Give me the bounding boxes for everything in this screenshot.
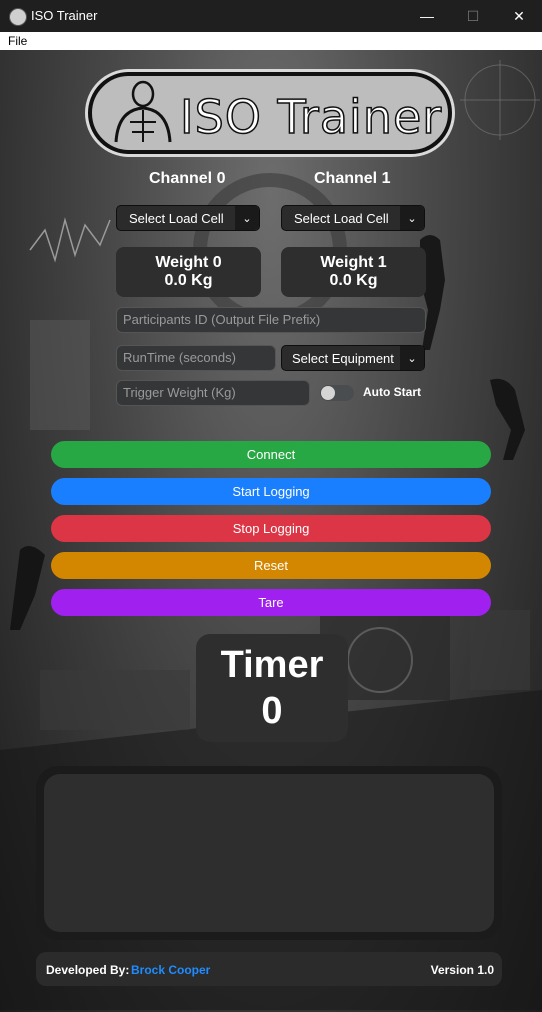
developer-link[interactable]: Brock Cooper [131, 963, 210, 977]
runtime-input[interactable]: RunTime (seconds) [116, 345, 276, 371]
toggle-knob [321, 386, 335, 400]
channel-1-select-label: Select Load Cell [294, 211, 389, 226]
menu-file[interactable]: File [8, 34, 27, 48]
channel-0-load-cell-select[interactable]: Select Load Cell ⌄ [116, 205, 260, 231]
menu-bar: File [0, 32, 542, 50]
trigger-weight-input[interactable]: Trigger Weight (Kg) [116, 380, 310, 406]
title-bar: ISO Trainer — ☐ ✕ [0, 0, 542, 32]
weight-0-value: 0.0 Kg [164, 272, 213, 289]
minimize-button[interactable]: — [404, 0, 450, 32]
weight-1-title: Weight 1 [320, 254, 387, 271]
window-title: ISO Trainer [31, 8, 98, 23]
main-content: ISO Trainer Channel 0 Channel 1 Select L… [0, 50, 542, 1012]
weight-1-display: Weight 1 0.0 Kg [281, 247, 426, 297]
muscle-torso-icon [114, 80, 172, 143]
channel-0-select-label: Select Load Cell [129, 211, 224, 226]
tare-button[interactable]: Tare [51, 589, 491, 616]
footer-bar: Developed By: Brock Cooper Version 1.0 [36, 952, 502, 986]
connect-button[interactable]: Connect [51, 441, 491, 468]
channel-1-load-cell-select[interactable]: Select Load Cell ⌄ [281, 205, 425, 231]
auto-start-toggle[interactable] [320, 385, 354, 401]
timer-title: Timer [220, 644, 324, 686]
maximize-button[interactable]: ☐ [450, 0, 496, 32]
timer-value: 0 [261, 690, 283, 732]
participant-id-input[interactable]: Participants ID (Output File Prefix) [116, 307, 426, 333]
app-icon [9, 8, 27, 26]
start-logging-button[interactable]: Start Logging [51, 478, 491, 505]
reset-button[interactable]: Reset [51, 552, 491, 579]
weight-0-display: Weight 0 0.0 Kg [116, 247, 261, 297]
channel-0-label: Channel 0 [149, 170, 226, 187]
output-log-textbox[interactable] [44, 774, 494, 932]
chevron-down-icon[interactable]: ⌄ [235, 206, 259, 230]
chevron-down-icon[interactable]: ⌄ [400, 206, 424, 230]
output-log-frame [36, 766, 502, 940]
logo-text: ISO Trainer [179, 89, 443, 145]
equipment-select[interactable]: Select Equipment ⌄ [281, 345, 425, 371]
developed-by-label: Developed By: [46, 963, 130, 977]
auto-start-label: Auto Start [363, 385, 421, 399]
close-button[interactable]: ✕ [496, 0, 542, 32]
weight-1-value: 0.0 Kg [329, 272, 378, 289]
equipment-select-label: Select Equipment [292, 351, 394, 366]
weight-0-title: Weight 0 [155, 254, 222, 271]
chevron-down-icon[interactable]: ⌄ [400, 346, 424, 370]
iso-trainer-logo: ISO Trainer [88, 72, 452, 154]
timer-display: Timer 0 [196, 634, 348, 742]
stop-logging-button[interactable]: Stop Logging [51, 515, 491, 542]
version-label: Version 1.0 [430, 963, 494, 977]
channel-1-label: Channel 1 [314, 170, 391, 187]
